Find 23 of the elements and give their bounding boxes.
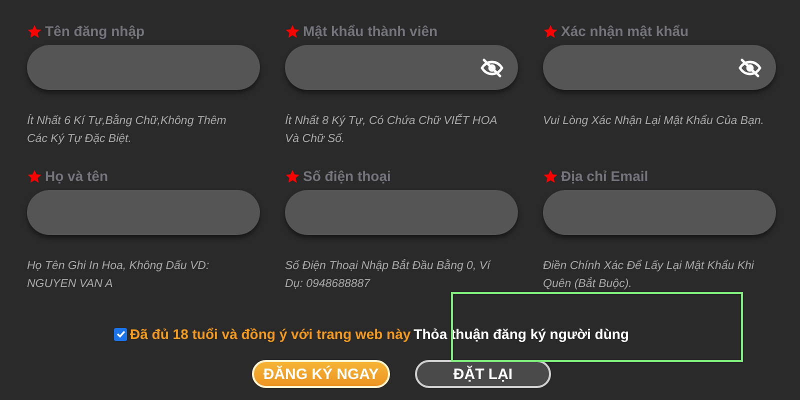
input-field[interactable] [543,190,776,235]
field-label: Tên đăng nhập [45,23,145,39]
hint-text: Ít Nhất 6 Kí Tự,Bằng Chữ,Không Thêm Các Ký Tự Đặc Biệt. [27,113,228,147]
input-field[interactable] [27,45,260,90]
hint-text: Vui Lòng Xác Nhận Lại Mật Khẩu Của Bạn. [543,114,765,129]
eye-slash-icon[interactable] [480,58,504,78]
field-label: Họ và tên [45,168,108,184]
input-field[interactable] [285,190,518,235]
agreement-text: Đã đủ 18 tuổi và đồng ý với trang web này [130,326,411,342]
hint-text: Họ Tên Ghi In Hoa, Không Dấu VD: NGUYEN VAN A [27,259,210,292]
field-label: Mật khẩu thành viên [303,23,438,39]
input-field[interactable] [27,190,260,235]
reset-button[interactable]: ĐẶT LẠI [415,360,551,388]
hint-text: Điền Chính Xác Để Lấy Lại Mật Khẩu Khi Quên (Bắt Buộc). [543,258,756,292]
field-label: Số điện thoại [303,168,391,184]
input-field[interactable] [543,45,776,90]
hint-text: Ít Nhất 8 Ký Tự, Có Chứa Chữ VIẾT HOA Và Chữ Số. [285,112,498,147]
field-label: Xác nhận mật khẩu [561,23,689,39]
input-field[interactable] [285,45,518,90]
hint-text: Số Điện Thoại Nhập Bắt Đầu Bằng 0, Ví Dụ: 0948688887 [285,258,492,292]
checkbox[interactable] [114,328,127,340]
eye-slash-icon[interactable] [738,58,762,78]
field-label: Địa chỉ Email [561,168,648,184]
